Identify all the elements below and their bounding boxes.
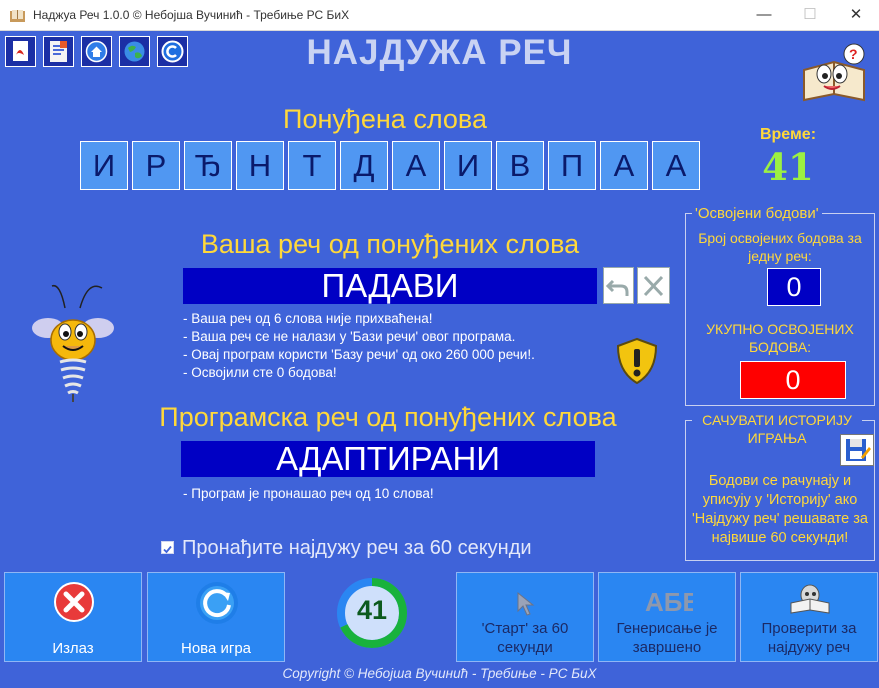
letter-tile[interactable]: В	[496, 141, 544, 190]
clear-button[interactable]	[637, 267, 670, 304]
minimize-button[interactable]: —	[741, 0, 787, 30]
user-word-message: - Ваша реч се не налази у 'Бази речи' ов…	[183, 329, 516, 344]
checkmark-icon	[163, 545, 172, 554]
user-word-message: - Овај програм користи 'Базу речи' од ок…	[183, 347, 535, 362]
check-word-button-label: Проверити за најдужу реч	[761, 620, 857, 656]
svg-text:АБВ: АБВ	[645, 587, 693, 617]
exit-button-label: Излаз	[52, 640, 94, 657]
new-game-button[interactable]: Нова игра	[147, 572, 285, 662]
timer-value: 41	[762, 145, 814, 189]
letter-tile[interactable]: Д	[340, 141, 388, 190]
start-button-label: 'Старт' за 60 секунди	[481, 620, 569, 656]
check-word-button[interactable]: Проверити за најдужу реч	[740, 572, 878, 662]
user-word-field[interactable]: ПАДАВИ	[183, 268, 597, 304]
letter-tile[interactable]: А	[600, 141, 648, 190]
refresh-icon	[194, 580, 240, 631]
undo-button[interactable]	[603, 267, 634, 304]
close-button[interactable]: ✕	[833, 0, 879, 30]
points-legend: 'Освојени бодови'	[692, 205, 822, 222]
history-note: Бодови се рачунају и уписују у 'Историју…	[692, 473, 868, 546]
time-limit-label[interactable]: Пронађите најдужу реч за 60 секунди	[182, 537, 532, 560]
letter-tile[interactable]: Ђ	[184, 141, 232, 190]
clear-icon	[643, 275, 664, 297]
generate-button-label: Генерисање је завршено	[616, 620, 718, 656]
points-word-value: 0	[767, 268, 821, 306]
points-word-label: Број освојених бодова за једну реч:	[698, 230, 862, 264]
warning-shield-icon	[613, 336, 661, 386]
user-word-message: - Освојили сте 0 бодова!	[183, 365, 337, 380]
book-mascot-icon: ?	[798, 42, 870, 106]
save-history-button[interactable]	[840, 434, 874, 466]
window-title: Наджуа Реч 1.0.0 © Небојша Вучинић - Тре…	[33, 8, 350, 22]
program-word-message: - Програм је пронашао реч од 10 слова!	[183, 486, 434, 501]
points-total-label: УКУПНО ОСВОЈЕНИХ БОДОВА:	[706, 321, 854, 355]
letter-tile[interactable]: А	[392, 141, 440, 190]
exit-button[interactable]: Излаз	[4, 572, 142, 662]
svg-text:?: ?	[849, 46, 858, 62]
program-word-heading: Програмска реч од понуђених слова	[159, 402, 617, 432]
time-limit-checkbox[interactable]	[161, 541, 174, 554]
window-title-bar: Наджуа Реч 1.0.0 © Небојша Вучинић - Тре…	[0, 0, 879, 31]
points-total-value: 0	[740, 361, 846, 399]
letter-tile[interactable]: А	[652, 141, 700, 190]
letter-tile[interactable]: Н	[236, 141, 284, 190]
letter-tile[interactable]: И	[444, 141, 492, 190]
countdown-ring: 41	[336, 577, 408, 649]
close-circle-icon	[52, 580, 96, 629]
letter-tile[interactable]: И	[80, 141, 128, 190]
undo-icon	[605, 279, 629, 296]
letter-tile[interactable]: П	[548, 141, 596, 190]
timer-label: Време:	[759, 126, 817, 143]
app-title: НАЈДУЖА РЕЧ	[306, 33, 573, 72]
start-button[interactable]: 'Старт' за 60 секунди	[456, 572, 594, 662]
program-word-field: АДАПТИРАНИ	[181, 441, 595, 477]
maximize-button[interactable]: ☐	[787, 0, 833, 30]
cursor-icon	[515, 591, 537, 622]
reading-icon	[785, 581, 835, 620]
user-word-message: - Ваша реч од 6 слова није прихваћена!	[183, 311, 433, 326]
letter-tile[interactable]: Р	[132, 141, 180, 190]
letter-tile[interactable]: Т	[288, 141, 336, 190]
user-word-heading: Ваша реч од понуђених слова	[200, 229, 580, 259]
offered-letters-heading: Понуђена слова	[283, 104, 487, 134]
app-book-icon	[10, 9, 25, 22]
bee-mascot-icon	[30, 278, 115, 404]
generate-button[interactable]: АБВ Генерисање је завршено	[598, 572, 736, 662]
countdown-value: 41	[356, 595, 388, 625]
new-game-button-label: Нова игра	[180, 640, 252, 657]
save-icon	[846, 439, 871, 461]
footer-copyright: Copyright © Небојша Вучинић - Требиње - …	[282, 666, 597, 681]
history-legend: САЧУВАТИ ИСТОРИЈУ ИГРАЊА	[692, 411, 862, 447]
